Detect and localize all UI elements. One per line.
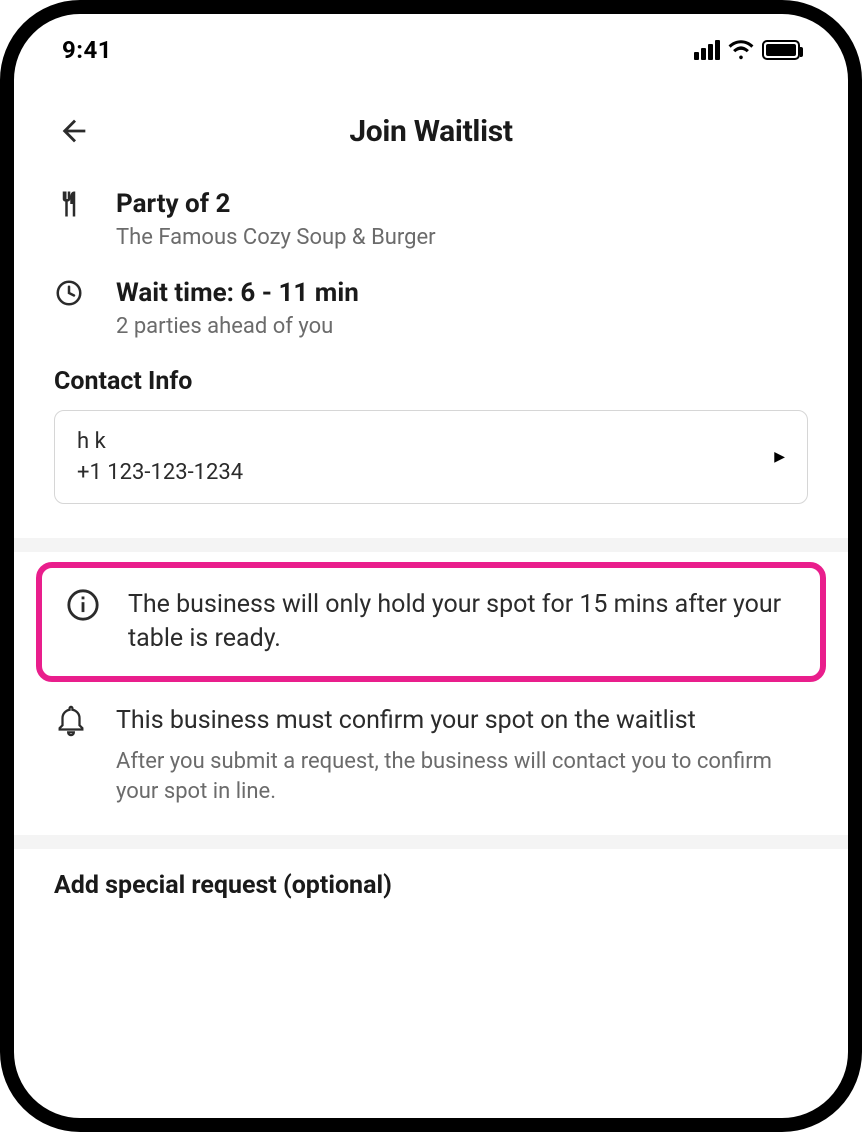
party-size-row: Party of 2 The Famous Cozy Soup & Burger [54,189,808,250]
status-bar: 9:41 [14,14,848,74]
hold-time-notice: The business will only hold your spot fo… [56,582,806,662]
wifi-icon [728,40,754,60]
section-divider [14,835,848,849]
bell-icon [54,704,90,742]
queue-position-label: 2 parties ahead of you [116,314,359,339]
arrow-left-icon [57,114,91,148]
cellular-signal-icon [694,40,720,60]
device-frame: 9:41 Join Waitlist Party of 2 The Famous… [0,0,862,1132]
status-time: 9:41 [62,36,112,64]
special-request-heading: Add special request (optional) [14,859,848,900]
party-size-label: Party of 2 [116,189,436,219]
confirmation-notice: This business must confirm your spot on … [14,696,848,815]
reservation-summary: Party of 2 The Famous Cozy Soup & Burger… [14,179,848,514]
page-title: Join Waitlist [349,114,512,149]
contact-name: h k [77,429,243,454]
back-button[interactable] [54,111,94,151]
section-divider [14,538,848,552]
restaurant-name: The Famous Cozy Soup & Burger [116,225,436,250]
confirmation-title: This business must confirm your spot on … [116,704,808,738]
status-icons [694,40,800,60]
contact-info-card[interactable]: h k +1 123-123-1234 ▶ [54,410,808,504]
wait-time-row: Wait time: 6 - 11 min 2 parties ahead of… [54,278,808,339]
utensils-icon [54,189,88,223]
battery-icon [762,40,800,60]
page-header: Join Waitlist [14,74,848,179]
contact-info-heading: Contact Info [54,367,808,396]
contact-phone: +1 123-123-1234 [77,460,243,485]
confirmation-body: After you submit a request, the business… [116,747,808,806]
clock-icon [54,278,88,312]
chevron-right-icon: ▶ [774,449,785,465]
info-icon [66,588,102,626]
wait-time-label: Wait time: 6 - 11 min [116,278,359,308]
hold-time-highlight: The business will only hold your spot fo… [36,562,826,682]
hold-time-text: The business will only hold your spot fo… [128,588,796,656]
